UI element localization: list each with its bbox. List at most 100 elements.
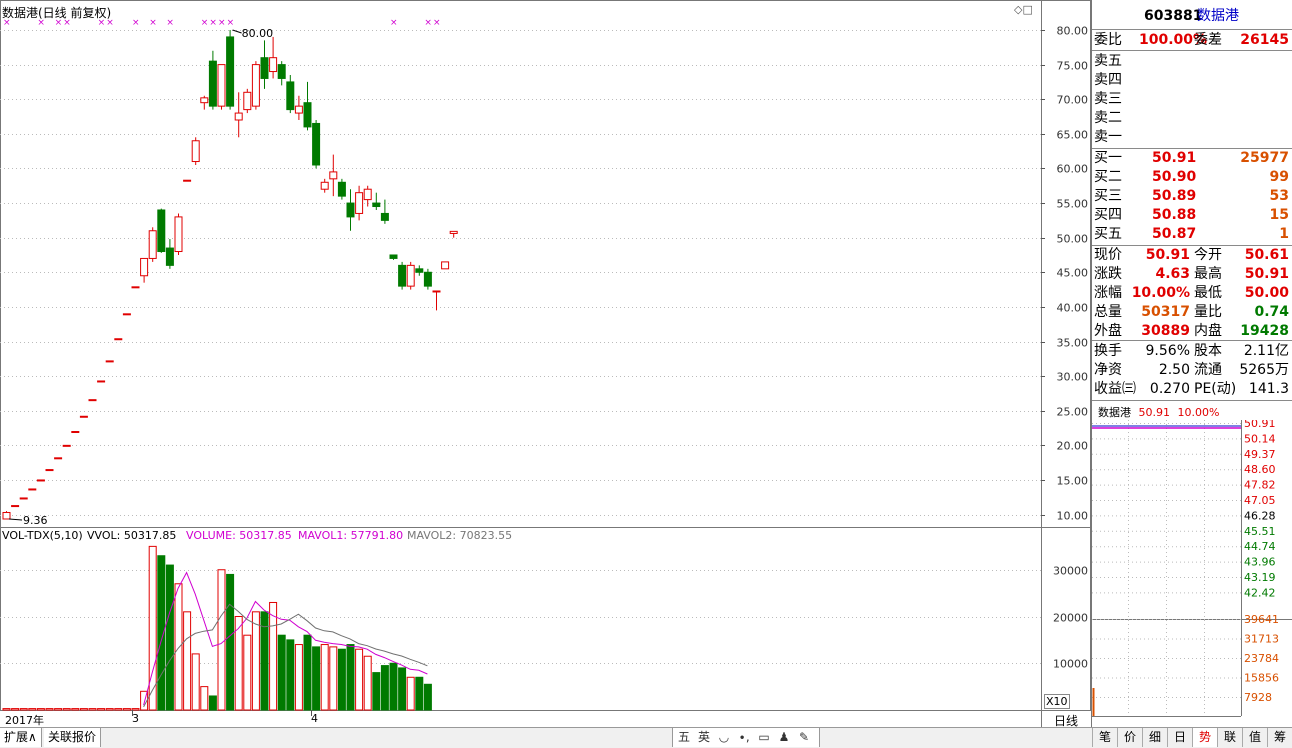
- volume-bar[interactable]: [251, 611, 260, 711]
- intraday-mini-chart[interactable]: 50.91 50.14 49.37 48.60 47.82 47.05 46.28 45.51…: [1092, 420, 1292, 726]
- tab-expand[interactable]: 扩展∧: [0, 728, 42, 747]
- volume-bar[interactable]: [337, 648, 346, 711]
- candle-body[interactable]: [363, 188, 372, 201]
- tab-3[interactable]: 日: [1167, 728, 1192, 747]
- candle-body[interactable]: [131, 286, 140, 289]
- volume-bar[interactable]: [320, 644, 329, 711]
- volume-bar[interactable]: [243, 634, 252, 711]
- volume-bar[interactable]: [380, 665, 389, 711]
- candle-body[interactable]: [294, 105, 303, 114]
- candle-body[interactable]: [62, 444, 71, 447]
- signal-marker[interactable]: ×: [201, 18, 209, 28]
- candle-body[interactable]: [105, 360, 114, 363]
- volume-bar[interactable]: [2, 708, 11, 711]
- signal-marker[interactable]: ×: [218, 18, 226, 28]
- candle-body[interactable]: [114, 338, 123, 341]
- candle-body[interactable]: [183, 179, 192, 182]
- tab-4[interactable]: 势: [1192, 728, 1217, 747]
- candle-body[interactable]: [140, 257, 149, 277]
- candle-body[interactable]: [54, 457, 63, 460]
- candle-body[interactable]: [269, 57, 278, 73]
- candle-body[interactable]: [337, 181, 346, 197]
- chart-corner-icons[interactable]: ◇□: [1014, 3, 1033, 16]
- signal-marker[interactable]: ×: [227, 18, 235, 28]
- candle-body[interactable]: [243, 91, 252, 111]
- candle-body[interactable]: [79, 415, 88, 418]
- volume-bar[interactable]: [329, 646, 338, 711]
- candle-body[interactable]: [346, 202, 355, 218]
- volume-bar[interactable]: [286, 639, 295, 711]
- candle-body[interactable]: [277, 64, 286, 79]
- candle-body[interactable]: [45, 469, 54, 472]
- candle-body[interactable]: [234, 112, 243, 121]
- candle-body[interactable]: [217, 64, 226, 107]
- candle-body[interactable]: [286, 81, 295, 111]
- candle-body[interactable]: [208, 60, 217, 107]
- volume-bar[interactable]: [372, 672, 381, 711]
- volume-bar[interactable]: [312, 646, 321, 711]
- candle-body[interactable]: [372, 202, 381, 208]
- candle-body[interactable]: [71, 431, 80, 434]
- tab-6[interactable]: 值: [1242, 728, 1267, 747]
- volume-bar[interactable]: [28, 708, 37, 711]
- candle-body[interactable]: [389, 254, 398, 259]
- tab-2[interactable]: 细: [1142, 728, 1167, 747]
- volume-bar[interactable]: [191, 653, 200, 711]
- volume-bar[interactable]: [346, 644, 355, 711]
- candle-body[interactable]: [11, 505, 20, 508]
- candle-body[interactable]: [380, 212, 389, 221]
- candle-body[interactable]: [329, 171, 338, 180]
- volume-bar[interactable]: [54, 708, 63, 711]
- candle-body[interactable]: [200, 97, 209, 104]
- signal-marker[interactable]: ×: [149, 18, 157, 28]
- candle-body[interactable]: [251, 64, 260, 107]
- volume-bar[interactable]: [62, 708, 71, 711]
- volume-bar[interactable]: [398, 667, 407, 711]
- kline-chart-panel[interactable]: 80.00 75.00 70.00 65.00 60.00 55.00 50.00 45.00…: [0, 0, 1092, 747]
- tab-0[interactable]: 笔: [1092, 728, 1117, 747]
- signal-marker[interactable]: ×: [166, 18, 174, 28]
- volume-bar[interactable]: [363, 655, 372, 711]
- volume-bar[interactable]: [122, 708, 131, 711]
- volume-bar[interactable]: [88, 708, 97, 711]
- candle-body[interactable]: [36, 479, 45, 482]
- volume-bar[interactable]: [389, 662, 398, 711]
- volume-bar[interactable]: [406, 676, 415, 711]
- candle-body[interactable]: [88, 399, 97, 402]
- volume-bar[interactable]: [71, 708, 80, 711]
- volume-bar[interactable]: [174, 583, 183, 711]
- candle-body[interactable]: [28, 488, 37, 491]
- candle-body[interactable]: [97, 380, 106, 383]
- candle-body[interactable]: [174, 216, 183, 253]
- ime-toolbar[interactable]: 五英 ◡ ∙, ▭ ♟ ✎: [672, 728, 820, 747]
- candle-body[interactable]: [441, 261, 450, 270]
- candle-body[interactable]: [165, 247, 174, 266]
- candle-body[interactable]: [303, 102, 312, 128]
- candle-body[interactable]: [191, 140, 200, 163]
- candle-body[interactable]: [449, 230, 458, 234]
- volume-bar[interactable]: [208, 695, 217, 711]
- volume-bar[interactable]: [200, 686, 209, 711]
- candle-body[interactable]: [415, 268, 424, 273]
- candle-body[interactable]: [312, 122, 321, 166]
- candle-body[interactable]: [122, 313, 131, 316]
- candle-body[interactable]: [260, 57, 269, 79]
- volume-bar[interactable]: [79, 708, 88, 711]
- candle-body[interactable]: [2, 511, 11, 520]
- volume-bar[interactable]: [355, 648, 364, 711]
- tab-related-quotes[interactable]: 关联报价: [44, 728, 102, 747]
- volume-bar[interactable]: [105, 708, 114, 711]
- volume-bar[interactable]: [183, 611, 192, 711]
- keyboard-icon[interactable]: ▭: [756, 730, 772, 745]
- volume-bar[interactable]: [303, 634, 312, 711]
- signal-marker[interactable]: ×: [433, 18, 441, 28]
- candle-body[interactable]: [320, 181, 329, 190]
- buy-row[interactable]: 买二 50.90 99: [1092, 168, 1292, 187]
- volume-bar[interactable]: [294, 644, 303, 711]
- tab-5[interactable]: 联: [1217, 728, 1242, 747]
- tab-7[interactable]: 筹: [1267, 728, 1292, 747]
- volume-bar[interactable]: [415, 676, 424, 711]
- volume-bar[interactable]: [19, 708, 28, 711]
- signal-marker[interactable]: ×: [390, 18, 398, 28]
- tab-1[interactable]: 价: [1117, 728, 1142, 747]
